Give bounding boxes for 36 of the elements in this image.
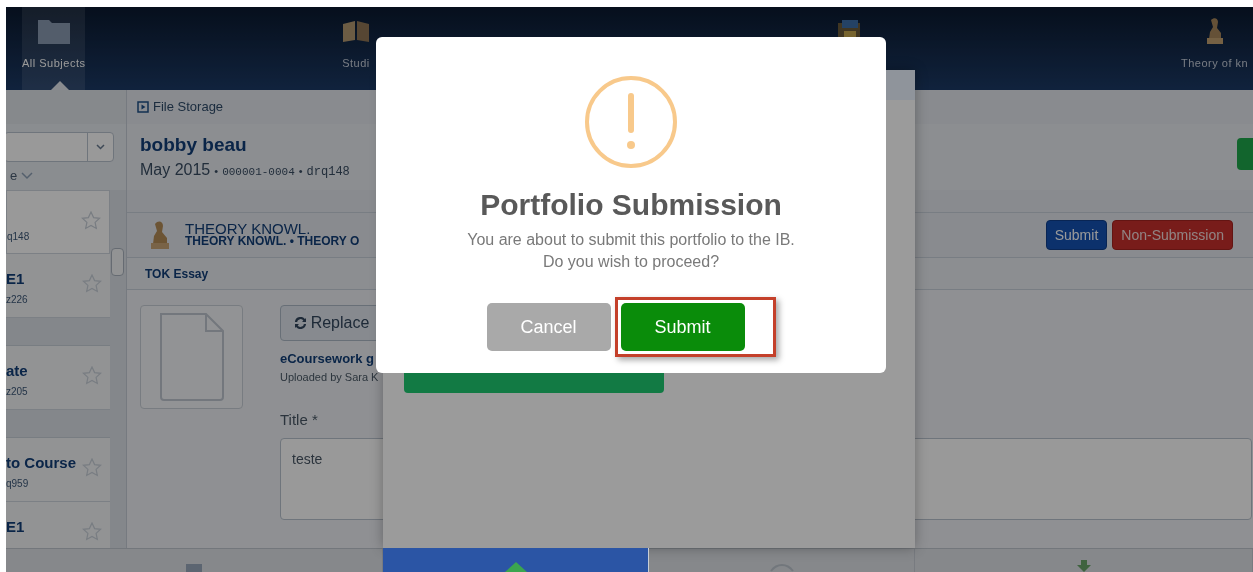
item-title: to Course <box>6 453 76 473</box>
submit-button[interactable]: Submit <box>620 303 745 351</box>
sidebar-item[interactable]: E1 z226 <box>6 254 110 318</box>
component-tab[interactable]: TOK Essay <box>145 264 209 283</box>
item-title: E1 <box>6 517 25 537</box>
nav-tab[interactable]: Theory of kn <box>1181 7 1249 90</box>
dialog-title: Portfolio Submission <box>480 187 782 223</box>
sidebar-item[interactable]: E1 <box>6 502 110 548</box>
subject-subtitle: THEORY KNOWL. • THEORY O <box>185 235 360 248</box>
candidate-code: drq148 <box>306 164 350 181</box>
cancel-button[interactable]: Cancel <box>486 303 611 351</box>
session-text: May 2015 <box>140 160 211 180</box>
item-code: q148 <box>7 230 30 244</box>
candidate-name: bobby beau <box>140 134 248 156</box>
upload-info: Uploaded by Sara K <box>280 369 379 385</box>
separator-dot: • <box>214 164 219 179</box>
dialog-message: Do you wish to proceed? <box>542 252 720 272</box>
sort-label[interactable]: e <box>10 166 18 186</box>
sidebar-item[interactable]: to Course q959 <box>6 438 110 502</box>
item-code: z205 <box>6 385 28 399</box>
breadcrumb-link[interactable]: File Storage <box>153 97 224 117</box>
submit-button[interactable]: Submit <box>1045 220 1108 250</box>
field-label: Title * <box>280 410 318 430</box>
candidate-number: 000001-0004 <box>222 165 295 180</box>
sidebar-item[interactable]: ate z205 <box>6 346 110 410</box>
dialog-message: You are about to submit this portfolio to the IB. <box>467 230 795 250</box>
subject-title: THEORY KNOWL. <box>185 222 311 235</box>
item-title: ate <box>6 361 28 381</box>
file-name: eCoursework g <box>280 350 374 368</box>
sidebar-item[interactable]: q148 <box>6 190 110 254</box>
separator-dot: • <box>298 164 303 179</box>
item-title: E1 <box>6 269 25 289</box>
item-code: q959 <box>6 477 29 491</box>
item-code: z226 <box>6 293 28 307</box>
nav-tab[interactable]: Studi <box>341 7 371 90</box>
non-submission-button[interactable]: Non-Submission <box>1112 220 1233 250</box>
